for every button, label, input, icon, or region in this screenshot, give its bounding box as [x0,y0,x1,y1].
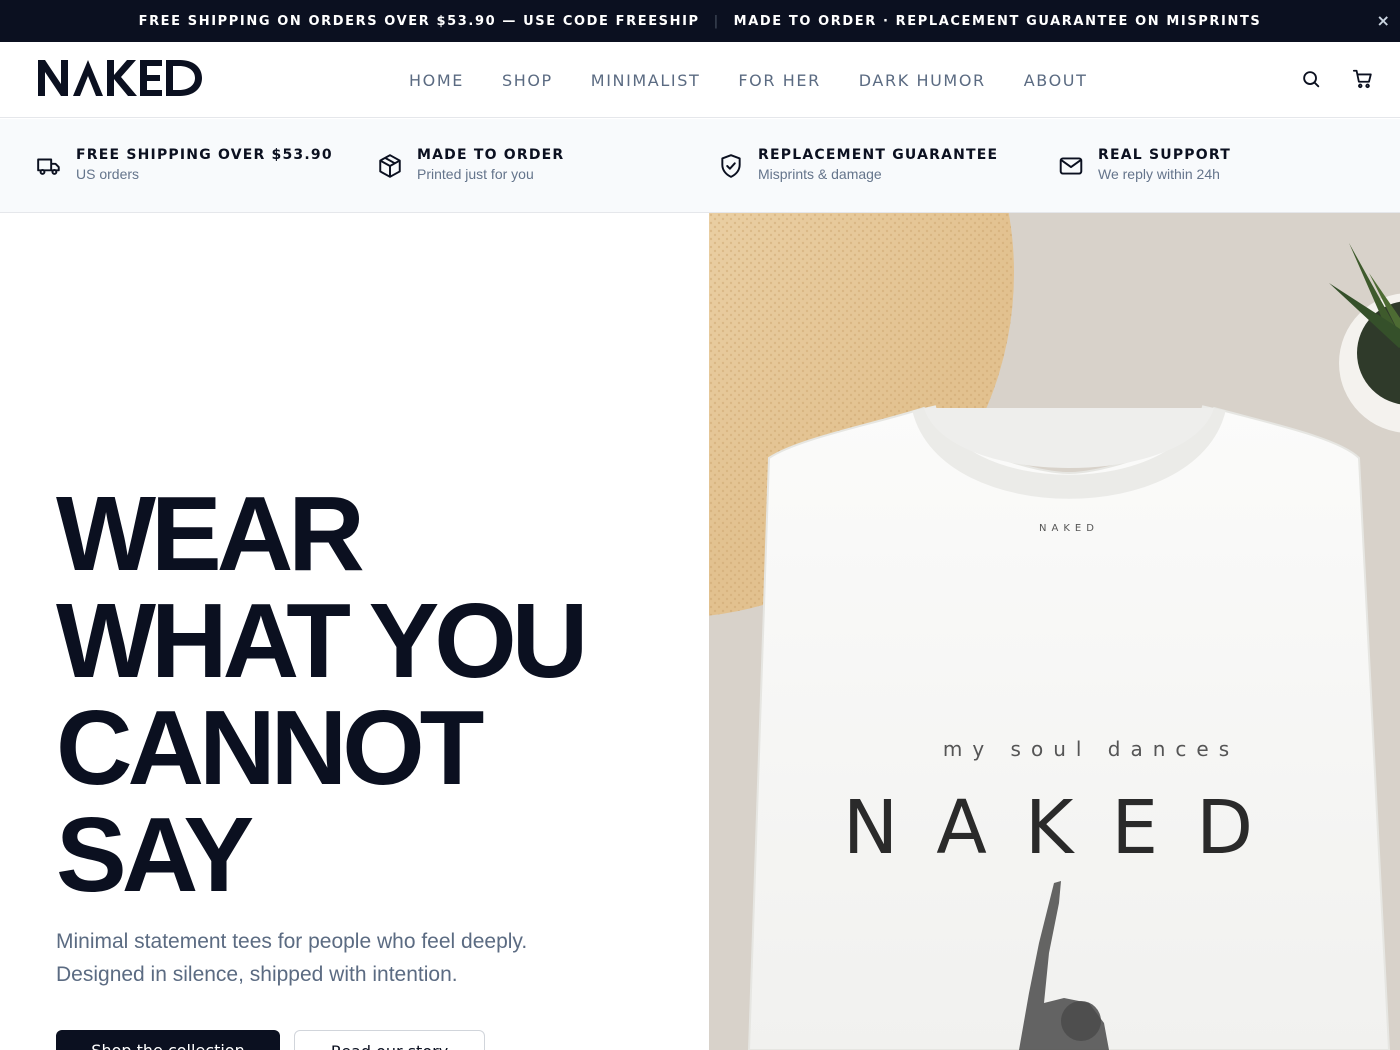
feature-title: REAL SUPPORT [1098,147,1231,163]
nav-dark-humor[interactable]: DARK HUMOR [840,71,1005,90]
logo[interactable] [36,56,206,104]
shop-collection-button[interactable]: Shop the collection [56,1030,280,1050]
announcement-left: FREE SHIPPING ON ORDERS OVER $53.90 — US… [138,13,700,29]
feature-title: REPLACEMENT GUARANTEE [758,147,999,163]
feature-subtitle: US orders [76,166,140,182]
shirt-line: my soul dances [943,737,1239,761]
search-icon[interactable] [1300,68,1322,90]
hero-subtitle-line: Minimal statement tees for people who fe… [56,930,528,953]
shirt-brand: NAKED [843,785,1291,871]
nav-minimalist[interactable]: MINIMALIST [572,71,720,90]
hero-subtitle-line: Designed in silence, shipped with intent… [56,963,458,986]
read-story-button[interactable]: Read our story [294,1030,485,1050]
hero-title-line: CANNOT [56,689,484,807]
hero-image: NAKED my soul dances NAKED [709,213,1400,1050]
shirt-tag: NAKED [1039,523,1099,534]
feature-title: MADE TO ORDER [417,147,565,163]
nav-about[interactable]: ABOUT [1005,71,1107,90]
feature-strip: FREE SHIPPING OVER $53.90 US orders MADE… [0,119,1400,213]
close-icon[interactable]: × [1374,11,1394,31]
hero-title-line: WEAR [56,475,365,593]
feature-support: REAL SUPPORT We reply within 24h [1058,147,1231,182]
feature-title: FREE SHIPPING OVER $53.90 [76,147,333,163]
nav-for-her[interactable]: FOR HER [719,71,839,90]
nav-shop[interactable]: SHOP [483,71,572,90]
nav-home[interactable]: HOME [390,71,483,90]
cart-icon[interactable] [1352,68,1374,90]
header-icons [1300,68,1374,90]
tshirt-photo: NAKED my soul dances NAKED [709,213,1400,1050]
main-nav: HOME SHOP MINIMALIST FOR HER DARK HUMOR … [390,42,1106,118]
feature-subtitle: Printed just for you [417,166,534,182]
hero-text-panel: WEAR WHAT YOU CANNOT SAY Minimal stateme… [0,213,709,1050]
feature-subtitle: We reply within 24h [1098,166,1220,182]
announcement-bar: FREE SHIPPING ON ORDERS OVER $53.90 — US… [0,0,1400,42]
site-header: HOME SHOP MINIMALIST FOR HER DARK HUMOR … [0,42,1400,118]
feature-replacement: REPLACEMENT GUARANTEE Misprints & damage [718,147,998,182]
hero-title-line: WHAT YOU [56,582,588,700]
shield-check-icon [718,153,744,179]
announcement-right: MADE TO ORDER · REPLACEMENT GUARANTEE ON… [733,13,1262,29]
truck-icon [36,153,62,179]
logo-wordmark [38,60,202,96]
announcement-separator: | [713,13,720,29]
feature-subtitle: Misprints & damage [758,166,882,182]
hero-title: WEAR WHAT YOU CANNOT SAY [56,481,696,909]
hero-subtitle: Minimal statement tees for people who fe… [56,925,616,991]
feature-made-to-order: MADE TO ORDER Printed just for you [377,147,564,182]
box-icon [377,153,403,179]
hero-title-line: SAY [56,796,254,914]
feature-shipping: FREE SHIPPING OVER $53.90 US orders [36,147,333,182]
mail-icon [1058,153,1084,179]
